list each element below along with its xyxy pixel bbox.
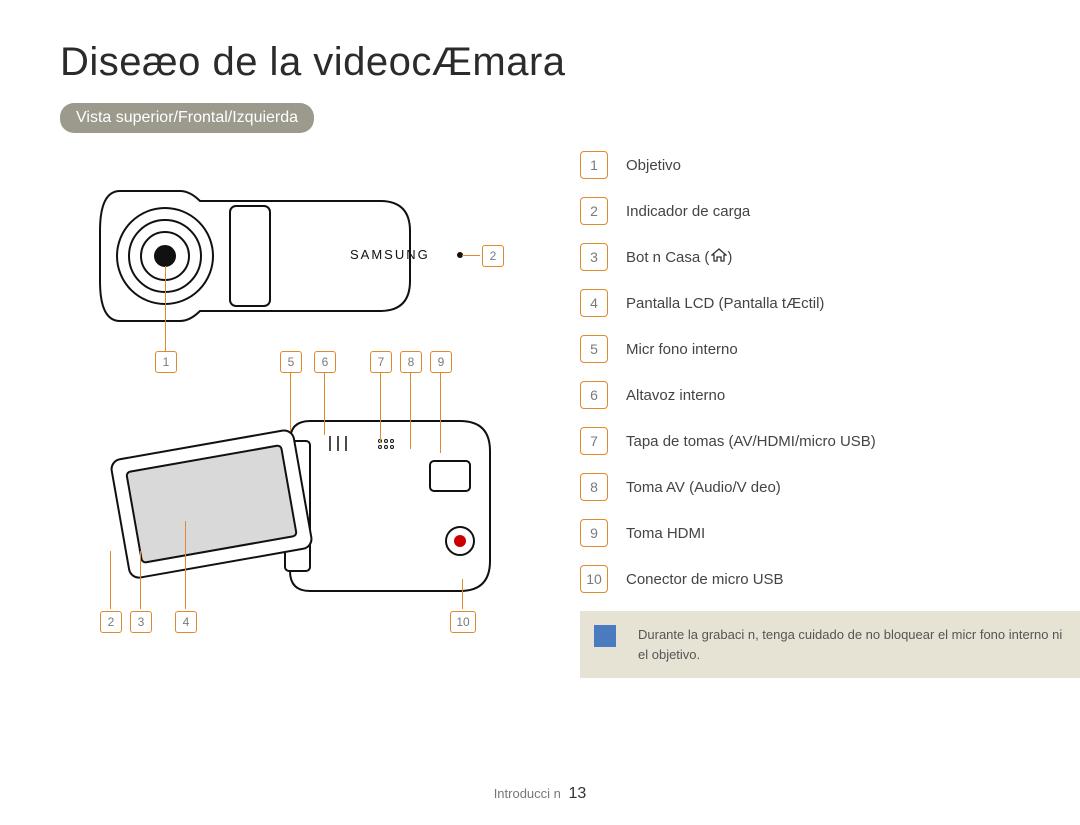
legend-row: 4 Pantalla LCD (Pantalla tÆctil) [580, 289, 1080, 317]
brand-label: SAMSUNG [350, 247, 430, 262]
callout-5: 5 [280, 351, 302, 373]
legend-label: Objetivo [626, 157, 681, 174]
legend-num: 4 [580, 289, 608, 317]
page-footer: Introducci n 13 [0, 785, 1080, 803]
legend-row: 8 Toma AV (Audio/V deo) [580, 473, 1080, 501]
legend-row: 1 Objetivo [580, 151, 1080, 179]
legend-label: Micr fono interno [626, 341, 738, 358]
note-text: Durante la grabaci n, tenga cuidado de n… [638, 627, 1062, 662]
callout-4: 4 [175, 611, 197, 633]
legend-label: Pantalla LCD (Pantalla tÆctil) [626, 295, 824, 312]
callout-3: 3 [130, 611, 152, 633]
callout-7: 7 [370, 351, 392, 373]
callout-2-top: 2 [482, 245, 504, 267]
legend-num: 3 [580, 243, 608, 271]
camcorder-svg: SAMSUNG [80, 151, 510, 641]
callout-10: 10 [450, 611, 476, 633]
callout-9: 9 [430, 351, 452, 373]
legend-label: Toma AV (Audio/V deo) [626, 479, 781, 496]
page-title: Diseæo de la videocÆmara [60, 40, 1020, 85]
legend-label: Toma HDMI [626, 525, 705, 542]
legend-num: 9 [580, 519, 608, 547]
legend-num: 1 [580, 151, 608, 179]
legend-label: Conector de micro USB [626, 571, 784, 588]
callout-1: 1 [155, 351, 177, 373]
callout-6: 6 [314, 351, 336, 373]
legend-label: Bot n Casa ( [626, 249, 709, 266]
legend-row: 2 Indicador de carga [580, 197, 1080, 225]
legend-list: 1 Objetivo 2 Indicador de carga 3 Bot n Ca… [580, 151, 1080, 678]
legend-num: 8 [580, 473, 608, 501]
legend-label: Altavoz interno [626, 387, 725, 404]
legend-label-tail: ) [727, 249, 732, 266]
callout-2-bottom: 2 [100, 611, 122, 633]
section-pill: Vista superior/Frontal/Izquierda [60, 103, 314, 133]
legend-row: 10 Conector de micro USB [580, 565, 1080, 593]
home-icon [711, 248, 727, 266]
legend-row: 9 Toma HDMI [580, 519, 1080, 547]
legend-num: 7 [580, 427, 608, 455]
legend-row: 7 Tapa de tomas (AV/HDMI/micro USB) [580, 427, 1080, 455]
callout-8: 8 [400, 351, 422, 373]
camcorder-diagram: SAMSUNG [80, 151, 510, 641]
legend-row: 6 Altavoz interno [580, 381, 1080, 409]
legend-row: 3 Bot n Casa ( ) [580, 243, 1080, 271]
legend-label: Tapa de tomas (AV/HDMI/micro USB) [626, 433, 876, 450]
legend-label: Indicador de carga [626, 203, 750, 220]
note-box: Durante la grabaci n, tenga cuidado de n… [580, 611, 1080, 678]
note-icon [594, 625, 616, 647]
footer-section: Introducci n [494, 786, 561, 801]
page-number: 13 [569, 785, 587, 802]
legend-row: 5 Micr fono interno [580, 335, 1080, 363]
legend-num: 5 [580, 335, 608, 363]
legend-num: 10 [580, 565, 608, 593]
legend-num: 2 [580, 197, 608, 225]
legend-num: 6 [580, 381, 608, 409]
